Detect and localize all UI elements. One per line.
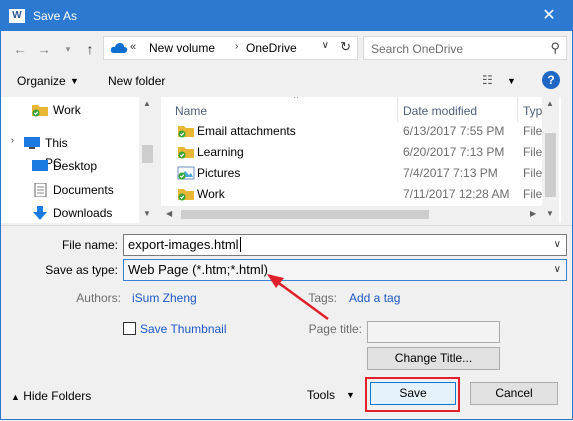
tools-dropdown-icon[interactable]: ▼ [346, 390, 355, 400]
collapse-chevron-icon: ▲ [11, 392, 20, 402]
tools-button[interactable]: Tools [307, 388, 335, 402]
hide-folders-button[interactable]: ▲ Hide Folders [11, 389, 91, 403]
hide-folders-label: Hide Folders [23, 389, 92, 403]
annotation-arrow [267, 274, 329, 321]
save-as-dialog: W Save As ✕ ← → ▾ ↑ « New volume › OneDr… [0, 0, 573, 420]
cancel-button[interactable]: Cancel [470, 382, 558, 405]
save-button[interactable]: Save [370, 382, 456, 405]
